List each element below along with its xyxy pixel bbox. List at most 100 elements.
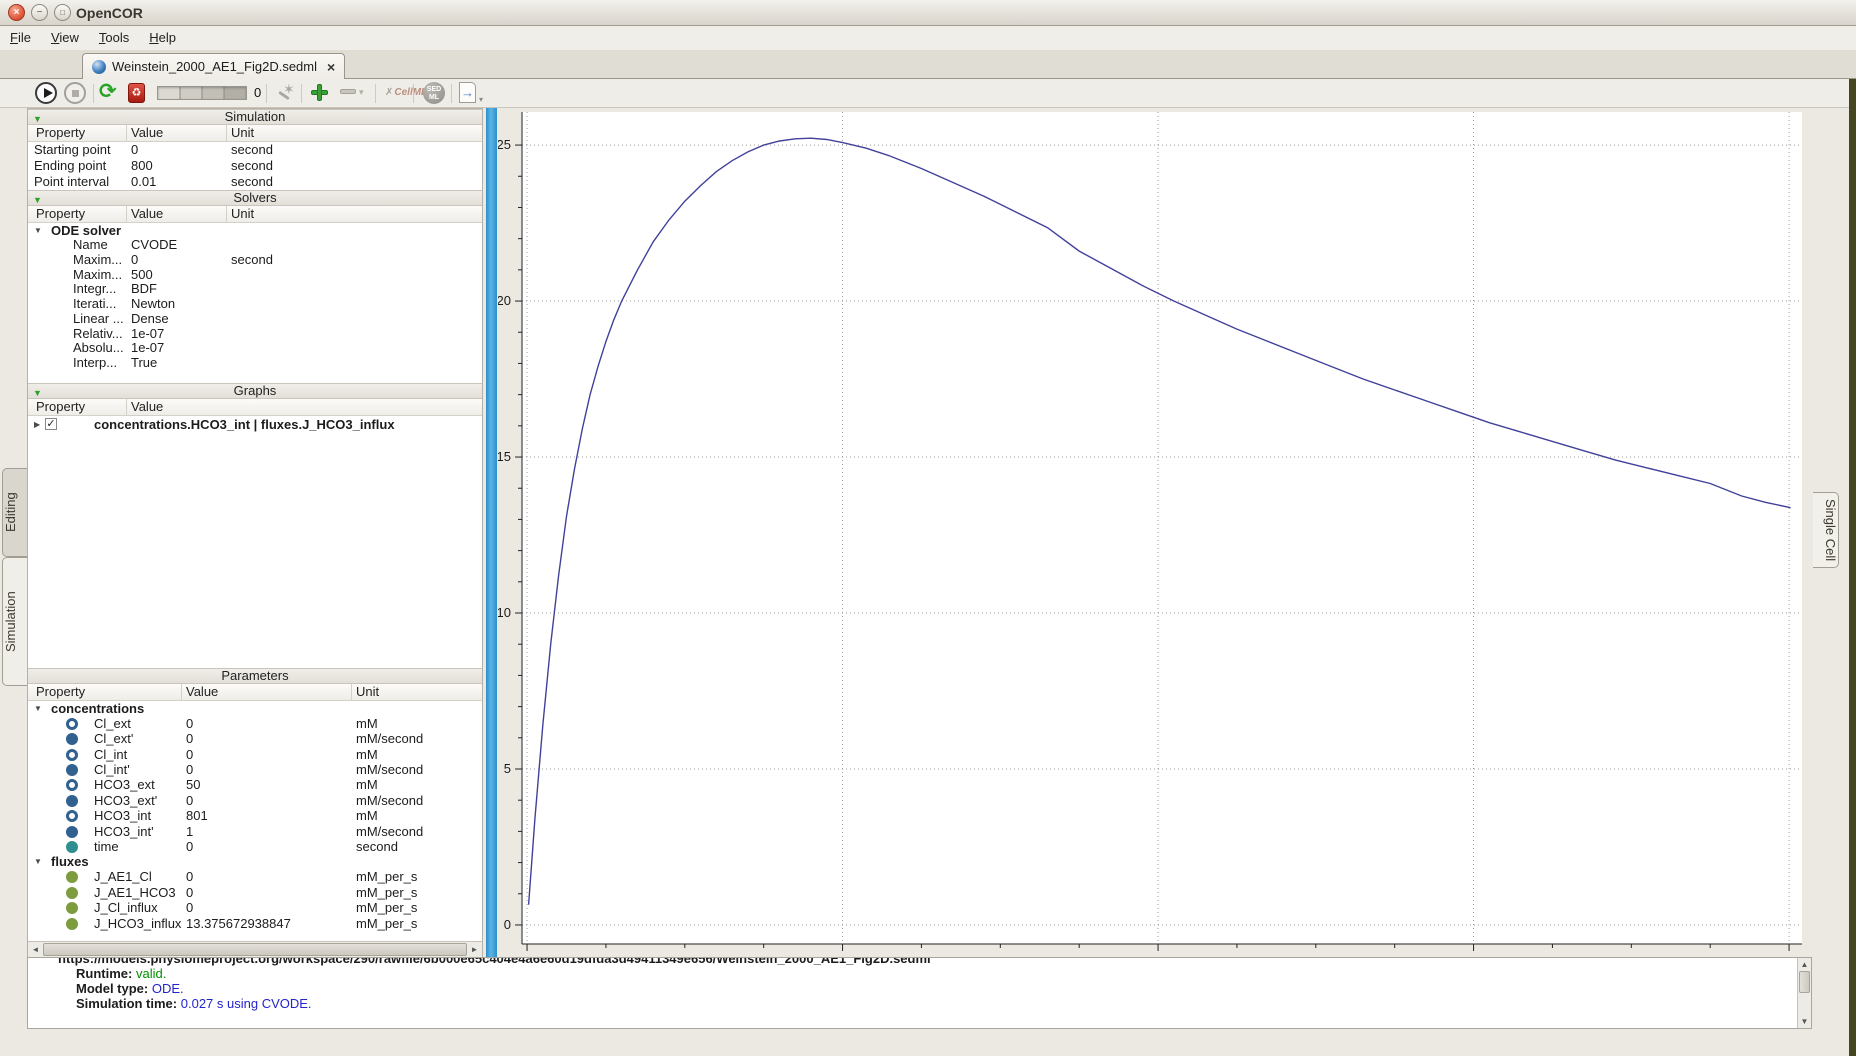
column-property[interactable]: Property bbox=[32, 399, 85, 416]
reset-parameters-button[interactable]: ⟳ bbox=[99, 81, 117, 103]
table-row[interactable]: ▼ODE solver bbox=[28, 223, 482, 238]
property-value[interactable]: Newton bbox=[131, 297, 175, 312]
parameter-value[interactable]: 0 bbox=[186, 731, 193, 746]
parameter-name[interactable]: time bbox=[94, 839, 119, 854]
table-row[interactable]: HCO3_ext50mM bbox=[28, 777, 482, 792]
property-value[interactable]: 1e-07 bbox=[131, 327, 164, 342]
column-property[interactable]: Property bbox=[32, 206, 85, 223]
parameter-name[interactable]: Cl_int' bbox=[94, 762, 130, 777]
menu-help[interactable]: Help bbox=[139, 26, 186, 48]
property-value[interactable]: CVODE bbox=[131, 238, 177, 253]
table-row[interactable]: Cl_ext'0mM/second bbox=[28, 731, 482, 746]
table-row[interactable]: Absolu...1e-07 bbox=[28, 341, 482, 356]
parameter-value[interactable]: 1 bbox=[186, 824, 193, 839]
collapse-arrow-icon[interactable]: ▼ bbox=[33, 386, 42, 400]
window-close-button[interactable]: × bbox=[8, 4, 25, 21]
property-value[interactable]: 0 bbox=[131, 253, 138, 268]
table-row[interactable]: J_HCO3_influx13.375672938847mM_per_s bbox=[28, 916, 482, 931]
add-graph-panel-button[interactable] bbox=[310, 83, 329, 102]
parameter-value[interactable]: 0 bbox=[186, 793, 193, 808]
delay-slider[interactable] bbox=[157, 86, 247, 100]
property-value[interactable]: 0 bbox=[131, 142, 138, 158]
parameter-name[interactable]: Cl_int bbox=[94, 747, 127, 762]
column-value[interactable]: Value bbox=[126, 125, 163, 142]
expand-arrow-icon[interactable]: ▼ bbox=[34, 701, 42, 716]
chevron-down-icon[interactable]: ▾ bbox=[359, 87, 364, 98]
parameter-value[interactable]: 13.375672938847 bbox=[186, 916, 291, 931]
parameter-name[interactable]: Cl_ext bbox=[94, 716, 131, 731]
window-maximize-button[interactable]: □ bbox=[54, 4, 71, 21]
parameter-value[interactable]: 0 bbox=[186, 839, 193, 854]
scroll-down-icon[interactable]: ▼ bbox=[1798, 1015, 1811, 1028]
stop-button[interactable] bbox=[64, 82, 86, 104]
table-row[interactable]: time0second bbox=[28, 839, 482, 854]
column-unit[interactable]: Unit bbox=[226, 125, 254, 142]
property-value[interactable]: 500 bbox=[131, 268, 153, 283]
view-tab-single-cell[interactable]: Single Cell bbox=[1813, 492, 1839, 568]
parameter-name[interactable]: J_AE1_HCO3 bbox=[94, 885, 176, 900]
column-unit[interactable]: Unit bbox=[226, 206, 254, 223]
graph-panel[interactable]: 05101520250200400600800 bbox=[498, 108, 1805, 964]
parameter-name[interactable]: Cl_ext' bbox=[94, 731, 133, 746]
table-row[interactable]: ▶✓concentrations.HCO3_int | fluxes.J_HCO… bbox=[28, 416, 482, 433]
table-row[interactable]: Relativ...1e-07 bbox=[28, 327, 482, 342]
table-row[interactable]: J_AE1_HCO30mM_per_s bbox=[28, 885, 482, 900]
property-value[interactable]: 1e-07 bbox=[131, 341, 164, 356]
column-unit[interactable]: Unit bbox=[351, 684, 379, 701]
table-row[interactable]: Cl_int'0mM/second bbox=[28, 762, 482, 777]
expand-arrow-icon[interactable]: ▼ bbox=[34, 223, 42, 238]
property-value[interactable]: Dense bbox=[131, 312, 169, 327]
table-row[interactable]: Linear ...Dense bbox=[28, 312, 482, 327]
parameter-name[interactable]: HCO3_ext' bbox=[94, 793, 157, 808]
table-row[interactable]: ▼concentrations bbox=[28, 701, 482, 716]
parameter-name[interactable]: J_AE1_Cl bbox=[94, 869, 152, 884]
menu-view[interactable]: View bbox=[41, 26, 89, 48]
expand-arrow-icon[interactable]: ▼ bbox=[34, 854, 42, 869]
parameter-value[interactable]: 0 bbox=[186, 869, 193, 884]
mode-tab-editing[interactable]: Editing bbox=[2, 468, 27, 557]
scroll-right-icon[interactable]: ► bbox=[467, 942, 482, 957]
table-row[interactable]: Cl_int0mM bbox=[28, 747, 482, 762]
expand-arrow-icon[interactable]: ▶ bbox=[34, 416, 40, 433]
parameter-value[interactable]: 801 bbox=[186, 808, 208, 823]
section-header-graphs[interactable]: ▼Graphs bbox=[28, 383, 482, 399]
cellml-export-button[interactable]: ✗CellML bbox=[385, 87, 427, 98]
run-pause-button[interactable] bbox=[35, 82, 57, 104]
parameters-scrollbar[interactable]: ◄► bbox=[28, 941, 482, 957]
sedml-export-button[interactable]: SED ML bbox=[423, 82, 445, 104]
window-minimize-button[interactable]: − bbox=[31, 4, 48, 21]
column-property[interactable]: Property bbox=[32, 125, 85, 142]
remove-graph-panel-button[interactable] bbox=[340, 89, 356, 94]
parameter-name[interactable]: J_Cl_influx bbox=[94, 900, 158, 915]
scroll-up-icon[interactable]: ▲ bbox=[1798, 958, 1811, 971]
chevron-down-icon[interactable]: ▾ bbox=[479, 95, 483, 104]
table-row[interactable]: Interp...True bbox=[28, 356, 482, 371]
collapse-arrow-icon[interactable]: ▼ bbox=[33, 112, 42, 126]
tab-weinstein-sedml[interactable]: Weinstein_2000_AE1_Fig2D.sedml × bbox=[82, 53, 345, 79]
table-row[interactable]: HCO3_int'1mM/second bbox=[28, 824, 482, 839]
column-value[interactable]: Value bbox=[126, 206, 163, 223]
column-property[interactable]: Property bbox=[32, 684, 85, 701]
graph-label[interactable]: concentrations.HCO3_int | fluxes.J_HCO3_… bbox=[94, 416, 395, 433]
table-row[interactable]: Integr...BDF bbox=[28, 282, 482, 297]
property-value[interactable]: True bbox=[131, 356, 157, 371]
parameter-value[interactable]: 0 bbox=[186, 900, 193, 915]
table-row[interactable]: Maxim...500 bbox=[28, 268, 482, 283]
table-row[interactable]: NameCVODE bbox=[28, 238, 482, 253]
scroll-left-icon[interactable]: ◄ bbox=[28, 942, 43, 957]
table-row[interactable]: Maxim...0second bbox=[28, 253, 482, 268]
graph-panel-marker[interactable] bbox=[486, 108, 497, 958]
table-row[interactable]: Ending point800second bbox=[28, 158, 482, 174]
table-row[interactable]: Point interval0.01second bbox=[28, 174, 482, 190]
table-row[interactable]: HCO3_ext'0mM/second bbox=[28, 793, 482, 808]
parameter-name[interactable]: J_HCO3_influx bbox=[94, 916, 181, 931]
clear-simulation-results-button[interactable]: ♻ bbox=[128, 83, 145, 103]
menu-file[interactable]: File bbox=[0, 26, 41, 48]
table-row[interactable]: J_Cl_influx0mM_per_s bbox=[28, 900, 482, 915]
model-url[interactable]: https://models.physiomeproject.org/works… bbox=[58, 957, 1793, 966]
section-header-solvers[interactable]: ▼Solvers bbox=[28, 190, 482, 206]
parameter-name[interactable]: HCO3_int bbox=[94, 808, 151, 823]
property-value[interactable]: BDF bbox=[131, 282, 157, 297]
parameter-name[interactable]: HCO3_int' bbox=[94, 824, 154, 839]
scrollbar-thumb[interactable] bbox=[1799, 971, 1810, 993]
